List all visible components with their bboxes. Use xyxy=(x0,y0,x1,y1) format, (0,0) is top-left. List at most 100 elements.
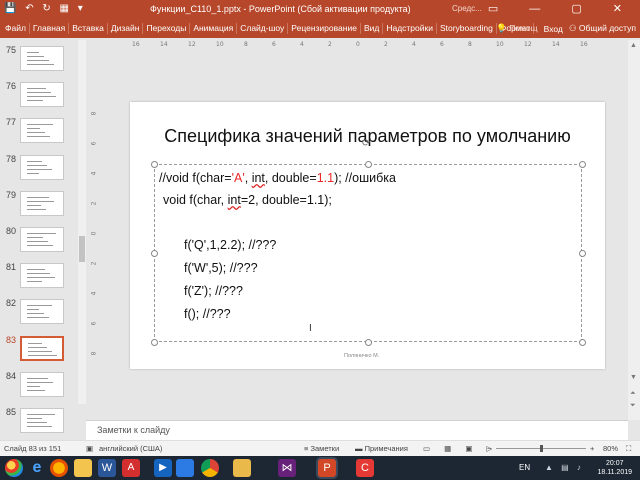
slide-thumbnail-number: 76 xyxy=(6,81,17,92)
language-tray[interactable]: EN xyxy=(519,463,530,472)
slide-thumbnail[interactable]: 76 xyxy=(0,78,78,112)
resize-handle[interactable] xyxy=(151,250,158,257)
code-line-2: void f(char, int=2, double=1.1); xyxy=(163,193,332,207)
slide-thumbnail-preview[interactable] xyxy=(20,263,64,289)
slide-thumbnail[interactable]: 84 xyxy=(0,368,78,402)
code-call-line: f('Q',1,2.2); //??? xyxy=(184,238,277,252)
slide-thumbnails-pane[interactable]: 75 76 77 78 79 80 81 82 83 84 85 xyxy=(0,40,78,440)
word-icon[interactable]: W xyxy=(98,459,116,477)
recorder-icon[interactable]: C xyxy=(356,459,374,477)
ruler-tick: 8 xyxy=(244,41,248,48)
system-tray-icons[interactable]: ▲ ▤ ♪ xyxy=(545,463,584,472)
slide-counter: Слайд 83 из 151 xyxy=(4,444,62,453)
resize-handle[interactable] xyxy=(151,161,158,168)
tab-view[interactable]: Вид xyxy=(361,23,384,34)
firefox-icon[interactable] xyxy=(50,459,68,477)
notes-toggle-label: Заметки xyxy=(310,444,340,453)
resize-handle[interactable] xyxy=(151,339,158,346)
zoom-level[interactable]: 80% xyxy=(603,444,618,453)
internet-explorer-icon[interactable]: e xyxy=(28,459,46,477)
explorer-window-icon[interactable] xyxy=(176,459,194,477)
clock[interactable]: 20:07 18.11.2019 xyxy=(597,459,632,477)
horizontal-ruler: 16 14 12 10 8 6 4 2 0 2 4 6 8 10 12 14 16 xyxy=(92,40,627,50)
slide-canvas[interactable]: Специфика значений параметров по умолчан… xyxy=(130,102,605,369)
scroll-up-icon[interactable]: ▲ xyxy=(630,42,637,49)
folder-icon[interactable] xyxy=(233,459,251,477)
thumbnails-scroll-thumb[interactable] xyxy=(79,236,85,262)
window-controls[interactable]: ▭ — ▢ ✕ xyxy=(488,2,636,15)
language-indicator[interactable]: английский (США) xyxy=(99,444,162,453)
slide-thumbnail-preview[interactable] xyxy=(20,371,64,397)
slide-thumbnail[interactable]: 77 xyxy=(0,114,78,148)
fit-slide-icon[interactable]: ⛶ xyxy=(626,444,631,454)
spellcheck-icon[interactable]: ▣ xyxy=(86,444,93,453)
tab-review[interactable]: Рецензирование xyxy=(288,23,361,34)
tab-animations[interactable]: Анимация xyxy=(190,23,238,34)
slide-thumbnail-preview[interactable] xyxy=(20,154,64,180)
tab-design[interactable]: Дизайн xyxy=(108,23,144,34)
content-textbox[interactable]: //void f(char='A', int, double=1.1); //о… xyxy=(151,161,586,346)
thumbnails-scrollbar[interactable] xyxy=(78,40,86,404)
rotate-handle-icon[interactable]: ⟳ xyxy=(362,138,370,149)
slide-thumbnail[interactable]: 83 xyxy=(0,332,78,366)
code-call-line: f(); //??? xyxy=(184,307,231,321)
tab-transitions[interactable]: Переходы xyxy=(143,23,191,34)
chrome-icon[interactable] xyxy=(201,459,219,477)
slide-thumbnail-preview[interactable] xyxy=(20,227,64,252)
visual-studio-icon[interactable]: ⋈ xyxy=(278,459,296,477)
resize-handle[interactable] xyxy=(365,339,372,346)
tab-home[interactable]: Главная xyxy=(30,23,70,34)
zoom-slider-thumb[interactable] xyxy=(540,445,543,452)
tab-storyboarding[interactable]: Storyboarding xyxy=(437,23,497,34)
tell-me-search[interactable]: 💡 Помощ xyxy=(496,23,537,34)
slide-thumbnail[interactable]: 80 xyxy=(0,223,78,257)
slide-thumbnail-preview[interactable] xyxy=(20,46,64,71)
main-scrollbar[interactable]: ▲ ▼ ⏶ ⏷ xyxy=(628,40,640,420)
start-button-icon[interactable] xyxy=(5,459,23,477)
tab-file[interactable]: Файл xyxy=(2,23,30,34)
slide-thumbnail-preview[interactable] xyxy=(20,82,64,108)
signin-button[interactable]: Вход xyxy=(544,24,563,34)
notes-pane[interactable]: Заметки к слайду xyxy=(86,420,628,440)
notes-placeholder[interactable]: Заметки к слайду xyxy=(97,425,170,435)
tab-addins[interactable]: Надстройки xyxy=(383,23,437,34)
share-button[interactable]: ⚇ Общий доступ xyxy=(569,23,636,34)
slide-thumbnail-preview[interactable] xyxy=(20,190,64,216)
zoom-in-icon[interactable]: + xyxy=(590,444,594,453)
next-slide-icon[interactable]: ⏷ xyxy=(630,402,636,410)
comments-toggle-button[interactable]: ▬ Примечания xyxy=(355,444,408,453)
scroll-down-icon[interactable]: ▼ xyxy=(630,374,637,381)
tab-insert[interactable]: Вставка xyxy=(69,23,108,34)
slide-thumbnail[interactable]: 81 xyxy=(0,259,78,293)
slide-footer: Поляничко М. xyxy=(344,353,380,359)
resize-handle[interactable] xyxy=(579,339,586,346)
slide-thumbnail[interactable]: 85 xyxy=(0,404,78,438)
tab-slideshow[interactable]: Слайд-шоу xyxy=(237,23,289,34)
quick-access-toolbar[interactable]: 💾 ↶ ↻ ▦ ▾ xyxy=(4,3,86,14)
clock-date: 18.11.2019 xyxy=(597,469,632,476)
slide-thumbnail-number: 83 xyxy=(6,334,17,345)
prev-slide-icon[interactable]: ⏶ xyxy=(630,390,636,398)
slide-thumbnail[interactable]: 79 xyxy=(0,187,78,221)
slide-thumbnail-preview[interactable] xyxy=(20,335,64,361)
file-explorer-icon[interactable] xyxy=(74,459,92,477)
zoom-out-icon[interactable]: − xyxy=(487,444,491,453)
document-title: Функции_С110_1.pptx - PowerPoint (Сбой а… xyxy=(150,4,411,14)
code-text: , double= xyxy=(264,171,317,185)
resize-handle[interactable] xyxy=(579,250,586,257)
powerpoint-icon[interactable]: P xyxy=(318,459,336,477)
acrobat-icon[interactable]: A xyxy=(122,459,140,477)
slide-thumbnail[interactable]: 78 xyxy=(0,151,78,185)
resize-handle[interactable] xyxy=(365,161,372,168)
media-player-icon[interactable]: ▶ xyxy=(154,459,172,477)
person-icon: ⚇ xyxy=(568,23,577,33)
slide-thumbnail-preview[interactable] xyxy=(20,408,64,433)
slide-thumbnail[interactable]: 75 xyxy=(0,42,78,76)
notes-toggle-button[interactable]: ≡ Заметки xyxy=(304,444,339,453)
vertical-ruler: 8 6 4 2 0 2 4 6 8 xyxy=(90,100,101,370)
slide-thumbnail-number: 78 xyxy=(6,153,17,164)
slide-thumbnail-preview[interactable] xyxy=(20,118,64,144)
slide-thumbnail-preview[interactable] xyxy=(20,299,64,325)
slide-thumbnail[interactable]: 82 xyxy=(0,295,78,329)
resize-handle[interactable] xyxy=(579,161,586,168)
